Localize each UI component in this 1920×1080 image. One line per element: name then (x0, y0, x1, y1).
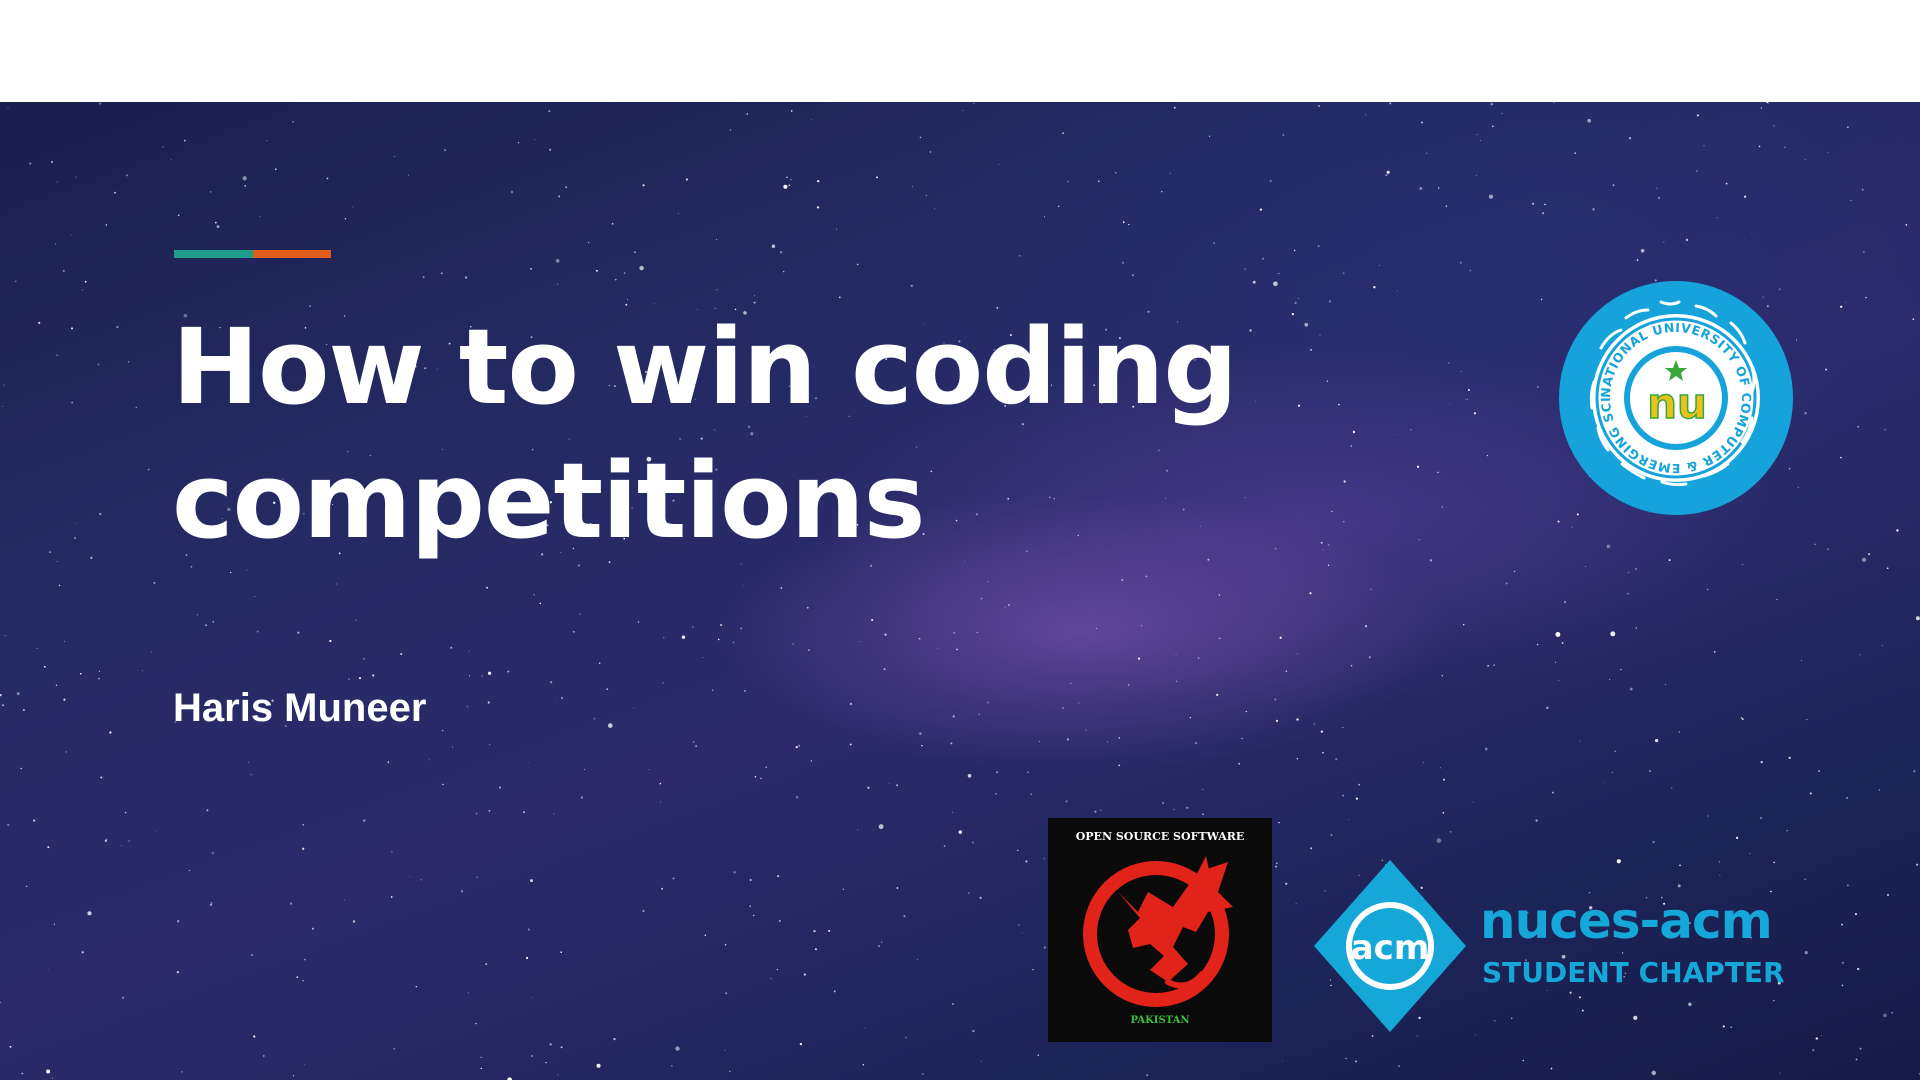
top-white-strip (0, 0, 1920, 102)
acm-chapter-subtitle: STUDENT CHAPTER (1482, 956, 1785, 989)
acm-badge-text: acm (1351, 928, 1430, 968)
acm-chapter-name: nuces-acm (1480, 892, 1773, 950)
accent-bar-orange (253, 250, 331, 258)
red-dragon-icon (1083, 856, 1233, 1007)
accent-bar-teal (174, 250, 253, 258)
acm-diamond-icon: acm (1314, 860, 1466, 1032)
oss-bottom-text: PAKISTAN (1130, 1015, 1190, 1026)
university-seal-icon: NATIONAL UNIVERSITY OF COMPUTER & EMERGI… (1556, 278, 1793, 515)
title-accent-bar (174, 250, 331, 258)
nuces-acm-logo: acm nuces-acm STUDENT CHAPTER (1312, 858, 1792, 1034)
seal-center-text: nu (1647, 379, 1707, 428)
author-name: Haris Muneer (173, 686, 427, 730)
slide-title: How to win coding competitions (172, 306, 1238, 562)
oss-pakistan-logo: OPEN SOURCE SOFTWARE PAKISTAN (1048, 818, 1272, 1042)
oss-top-text: OPEN SOURCE SOFTWARE (1075, 830, 1245, 843)
title-slide: How to win coding competitions Haris Mun… (0, 102, 1920, 1080)
